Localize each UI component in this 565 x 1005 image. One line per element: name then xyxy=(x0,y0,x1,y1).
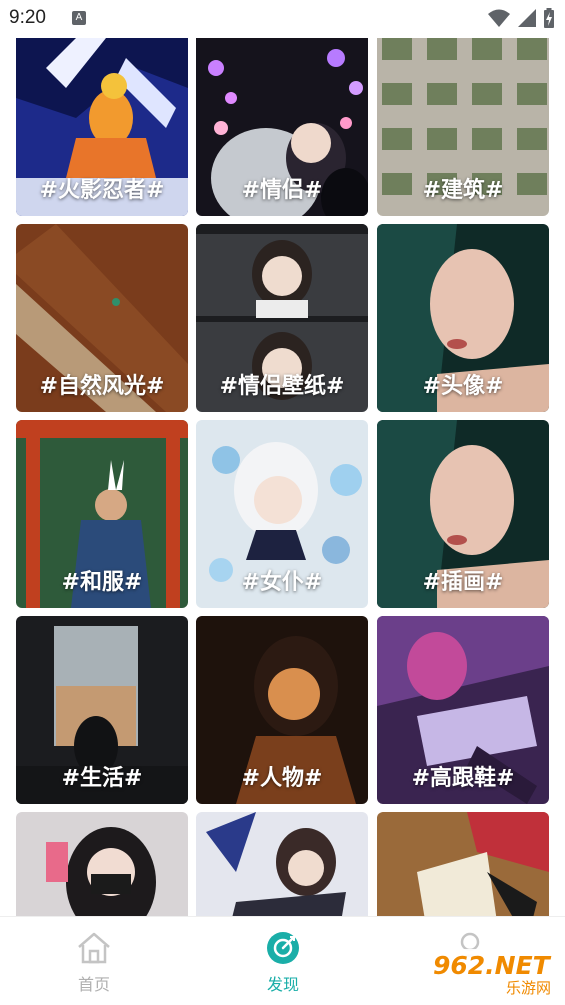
tag-card-maid[interactable]: #女仆# xyxy=(196,420,368,608)
tag-card-couple-wallpaper[interactable]: #情侣壁纸# xyxy=(196,224,368,412)
tag-label: #女仆# xyxy=(241,570,323,595)
tag-card-couple[interactable]: #情侣# xyxy=(196,38,368,216)
tag-label: #和服# xyxy=(61,570,143,595)
watermark-text: 乐游网 xyxy=(505,979,551,997)
tag-card-row5-3[interactable] xyxy=(377,812,549,916)
tag-card-kimono[interactable]: #和服# xyxy=(16,420,188,608)
nav-discover[interactable]: 发现 xyxy=(243,931,323,995)
watermark-logo: 962.NET xyxy=(433,951,550,980)
bottom-nav: 首页 发现 962.NET 乐游网 xyxy=(0,916,565,1005)
tag-card-architecture[interactable]: #建筑# xyxy=(377,38,549,216)
tag-card-illustration[interactable]: #插画# xyxy=(377,420,549,608)
discover-icon xyxy=(267,932,299,964)
signal-icon xyxy=(518,9,536,27)
tag-card-row5-1[interactable] xyxy=(16,812,188,916)
tag-card-life[interactable]: #生活# xyxy=(16,616,188,804)
tag-card-nature[interactable]: #自然风光# xyxy=(16,224,188,412)
tag-card-naruto[interactable]: #火影忍者# xyxy=(16,38,188,216)
tag-label: #情侣壁纸# xyxy=(219,374,345,399)
nav-discover-label: 发现 xyxy=(266,975,299,994)
status-icons xyxy=(487,8,555,28)
site-watermark: 962.NET 乐游网 xyxy=(427,949,559,999)
tag-label: #插画# xyxy=(422,570,504,595)
tag-card-avatar[interactable]: #头像# xyxy=(377,224,549,412)
tag-label: #人物# xyxy=(241,766,323,791)
tag-card-row5-2[interactable] xyxy=(196,812,368,916)
status-time: 9:20 xyxy=(9,7,46,28)
battery-icon xyxy=(544,8,554,28)
nav-home[interactable]: 首页 xyxy=(54,931,134,995)
tag-label: #自然风光# xyxy=(39,374,165,399)
tag-label: #高跟鞋# xyxy=(411,766,515,791)
tag-label: #头像# xyxy=(422,374,504,399)
wifi-icon xyxy=(488,9,510,27)
tag-image xyxy=(196,812,368,916)
notification-a-icon: A xyxy=(72,11,86,25)
home-icon xyxy=(78,932,110,964)
tag-label: #生活# xyxy=(61,766,143,791)
status-bar: 9:20 A xyxy=(0,0,565,38)
tag-image xyxy=(16,812,188,916)
nav-home-label: 首页 xyxy=(77,975,110,994)
tag-grid: #火影忍者# #情侣# #建筑# #自然风光# #情侣壁纸# #头像# #和服#… xyxy=(0,38,565,916)
tag-card-people[interactable]: #人物# xyxy=(196,616,368,804)
tag-label: #建筑# xyxy=(422,178,504,203)
tag-label: #火影忍者# xyxy=(39,178,165,203)
tag-image xyxy=(377,812,549,916)
tag-card-high-heels[interactable]: #高跟鞋# xyxy=(377,616,549,804)
tag-label: #情侣# xyxy=(241,178,323,203)
